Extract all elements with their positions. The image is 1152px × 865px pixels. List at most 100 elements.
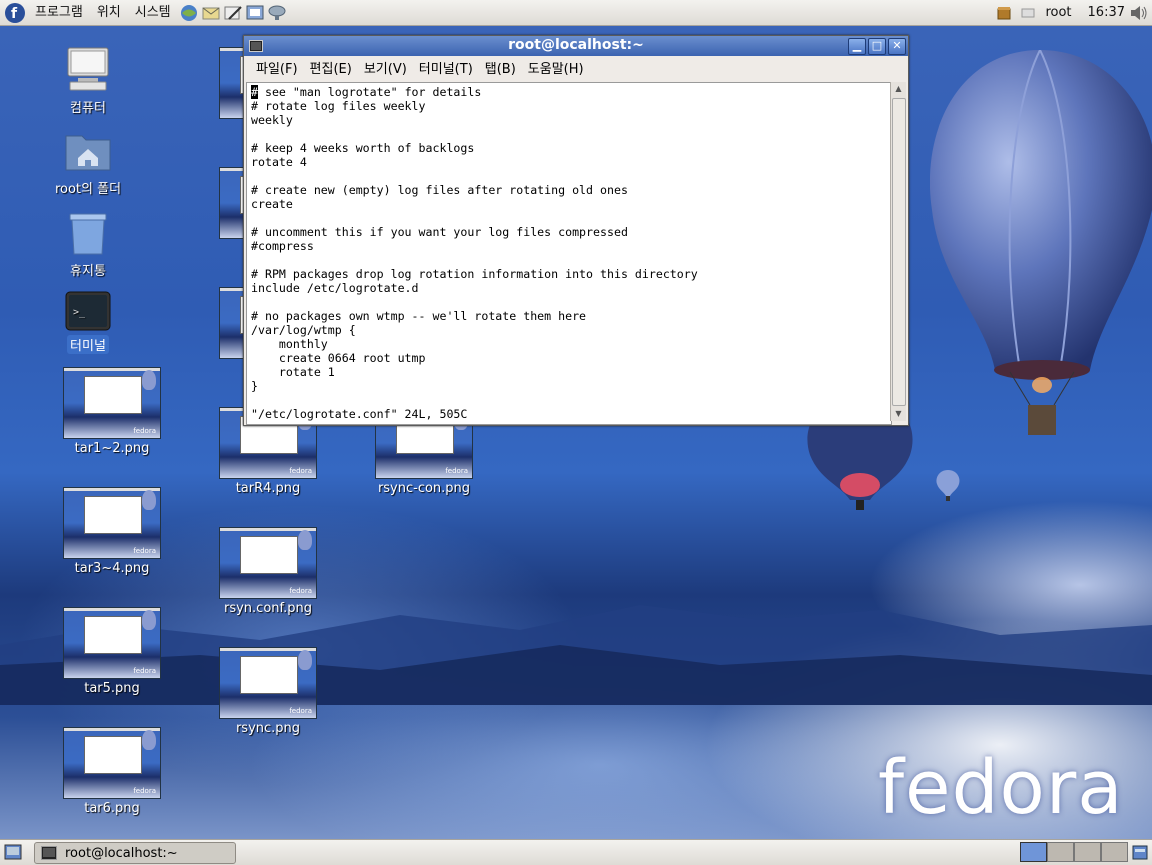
thumbnail-image: fedora: [63, 367, 161, 439]
file-label: rsync-con.png: [377, 481, 471, 496]
terminal-titlebar[interactable]: root@localhost:~ ▁ □ ✕: [244, 36, 908, 56]
file-tar3-4[interactable]: fedora tar3~4.png: [63, 487, 161, 576]
file-label: rsyn.conf.png: [223, 601, 313, 616]
computer-icon: [67, 47, 109, 91]
terminal-cursor: #: [251, 85, 258, 99]
file-label: tar1~2.png: [74, 441, 150, 456]
workspace-3[interactable]: [1074, 842, 1101, 862]
scroll-down-arrow-icon[interactable]: ▼: [891, 407, 906, 421]
computer-icon-label: 컴퓨터: [70, 101, 106, 116]
terminal-scrollbar[interactable]: ▲ ▼: [890, 82, 906, 421]
workspace-4[interactable]: [1101, 842, 1128, 862]
user-name[interactable]: root: [1045, 5, 1071, 20]
thumbnail-image: fedora: [63, 607, 161, 679]
menu-system[interactable]: 시스템: [128, 0, 178, 25]
show-desktop-icon[interactable]: [4, 843, 22, 861]
presentation-icon[interactable]: [245, 4, 265, 22]
scrollbar-thumb[interactable]: [892, 98, 906, 406]
minimize-button[interactable]: ▁: [848, 38, 866, 55]
file-tar5[interactable]: fedora tar5.png: [63, 607, 161, 696]
svg-text:f: f: [11, 6, 18, 22]
terminal-text-area[interactable]: # see "man logrotate" for details # rota…: [246, 82, 892, 425]
terminal-task-icon: [41, 846, 57, 860]
file-rsync[interactable]: fedora rsync.png: [219, 647, 317, 736]
file-label: tar6.png: [84, 801, 140, 816]
taskbar-window-button[interactable]: root@localhost:~: [34, 842, 236, 864]
terminal-launcher[interactable]: >_ 터미널: [48, 291, 128, 354]
terminal-line: create 0664 root utmp: [251, 351, 426, 365]
terminal-line: /var/log/wtmp {: [251, 323, 356, 337]
terminal-line: #compress: [251, 239, 314, 253]
file-label: rsync.png: [235, 721, 301, 736]
clock[interactable]: 16:37: [1088, 5, 1125, 20]
volume-icon[interactable]: [1129, 4, 1149, 22]
menu-edit[interactable]: 편집(E): [304, 58, 358, 77]
workspace-switcher[interactable]: [1020, 842, 1128, 862]
mail-client-icon[interactable]: [201, 4, 221, 22]
terminal-menubar: 파일(F) 편집(E) 보기(V) 터미널(T) 탭(B) 도움말(H): [244, 56, 908, 79]
file-rsyn-conf[interactable]: fedora rsyn.conf.png: [219, 527, 317, 616]
terminal-window[interactable]: root@localhost:~ ▁ □ ✕ 파일(F) 편집(E) 보기(V)…: [243, 35, 909, 426]
trash-icon: [69, 213, 107, 255]
fedora-menu-icon[interactable]: f: [4, 2, 26, 24]
terminal-line: rotate 4: [251, 155, 307, 169]
terminal-icon: >_: [65, 291, 111, 331]
terminal-line: }: [251, 379, 258, 393]
terminal-output: # see "man logrotate" for details # rota…: [247, 83, 891, 423]
terminal-line: # RPM packages drop log rotation informa…: [251, 267, 698, 281]
home-folder-launcher[interactable]: root의 폴더: [38, 130, 138, 197]
keyboard-indicator-icon[interactable]: [1021, 7, 1035, 19]
workspace-1[interactable]: [1020, 842, 1047, 862]
scroll-up-arrow-icon[interactable]: ▲: [891, 82, 906, 96]
menu-file[interactable]: 파일(F): [250, 58, 304, 77]
trash-label: 휴지통: [70, 264, 106, 279]
menu-tabs[interactable]: 탭(B): [479, 58, 522, 77]
top-panel: f 프로그램 위치 시스템 root 16:37: [0, 0, 1152, 26]
balloon-small-image: [936, 470, 960, 501]
svg-text:>_: >_: [73, 307, 86, 318]
file-tar1-2[interactable]: fedora tar1~2.png: [63, 367, 161, 456]
menu-view[interactable]: 보기(V): [358, 58, 413, 77]
file-label: tar5.png: [84, 681, 140, 696]
terminal-status-line: "/etc/logrotate.conf" 24L, 505C: [251, 407, 468, 421]
network-icon[interactable]: [267, 4, 287, 22]
menu-places[interactable]: 위치: [90, 0, 128, 25]
file-label: tar3~4.png: [74, 561, 150, 576]
thumbnail-image: fedora: [219, 647, 317, 719]
package-updater-icon[interactable]: [995, 4, 1013, 22]
home-folder-icon: [65, 135, 111, 171]
file-tar6[interactable]: fedora tar6.png: [63, 727, 161, 816]
menu-applications[interactable]: 프로그램: [28, 0, 90, 25]
top-panel-tray: root 16:37: [995, 0, 1152, 25]
menu-terminal[interactable]: 터미널(T): [413, 58, 479, 77]
terminal-line: include /etc/logrotate.d: [251, 281, 419, 295]
terminal-line: # create new (empty) log files after rot…: [251, 183, 628, 197]
terminal-line: weekly: [251, 113, 293, 127]
terminal-line: monthly: [251, 337, 328, 351]
terminal-line: see "man logrotate" for details: [257, 85, 482, 99]
maximize-button[interactable]: □: [868, 38, 886, 55]
terminal-line: create: [251, 197, 293, 211]
taskbar-window-label: root@localhost:~: [65, 845, 178, 861]
thumbnail-image: fedora: [63, 487, 161, 559]
text-editor-icon[interactable]: [223, 4, 243, 22]
balloon-large-image: [930, 50, 1152, 435]
menu-help[interactable]: 도움말(H): [522, 58, 590, 77]
bottom-panel: root@localhost:~: [0, 839, 1152, 865]
close-button[interactable]: ✕: [888, 38, 906, 55]
workspace-2[interactable]: [1047, 842, 1074, 862]
file-label: tarR4.png: [235, 481, 301, 496]
thumbnail-image: fedora: [63, 727, 161, 799]
trash-launcher[interactable]: 휴지통: [48, 210, 128, 279]
web-browser-icon[interactable]: [179, 4, 199, 22]
trash-applet-icon[interactable]: [1131, 843, 1149, 861]
fedora-logo: fedora: [878, 745, 1124, 831]
terminal-line: rotate 1: [251, 365, 335, 379]
computer-icon-launcher[interactable]: 컴퓨터: [48, 45, 128, 116]
terminal-line: # keep 4 weeks worth of backlogs: [251, 141, 475, 155]
terminal-line: # uncomment this if you want your log fi…: [251, 225, 628, 239]
home-folder-label: root의 폴더: [54, 182, 122, 197]
mountains-silhouette: [0, 605, 1152, 705]
terminal-line: # no packages own wtmp -- we'll rotate t…: [251, 309, 587, 323]
terminal-label: 터미널: [67, 335, 109, 354]
